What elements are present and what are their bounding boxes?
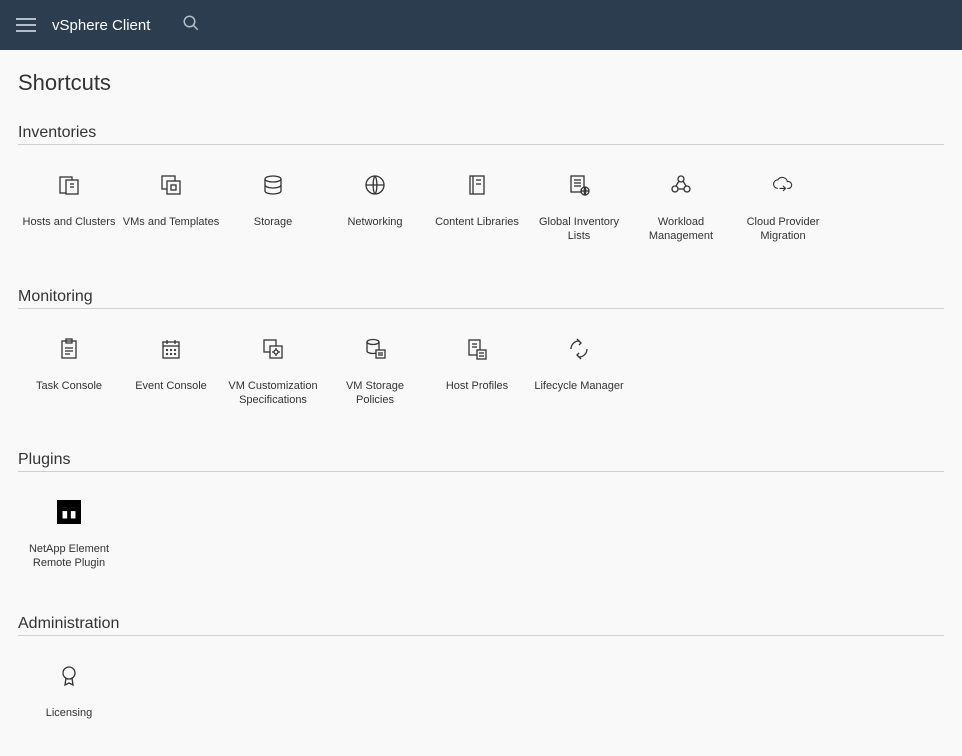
menu-icon[interactable] bbox=[16, 18, 36, 32]
shortcut-global-inventory[interactable]: Global Inventory Lists bbox=[528, 161, 630, 250]
shortcut-vm-customization[interactable]: VM Customization Specifications bbox=[222, 325, 324, 414]
cloud-migration-icon bbox=[771, 167, 795, 203]
shortcut-host-profiles[interactable]: Host Profiles bbox=[426, 325, 528, 414]
shortcut-label: Hosts and Clusters bbox=[23, 215, 116, 229]
section-title-inventories: Inventories bbox=[18, 124, 944, 142]
section-title-monitoring: Monitoring bbox=[18, 288, 944, 306]
shortcut-storage[interactable]: Storage bbox=[222, 161, 324, 250]
divider bbox=[18, 635, 944, 636]
shortcut-licensing[interactable]: Licensing bbox=[18, 652, 120, 726]
shortcut-label: Global Inventory Lists bbox=[530, 215, 628, 244]
inventories-grid: Hosts and Clusters VMs and Templates Sto… bbox=[18, 161, 944, 250]
shortcut-content-libraries[interactable]: Content Libraries bbox=[426, 161, 528, 250]
shortcut-label: VM Customization Specifications bbox=[224, 379, 322, 408]
shortcut-label: Workload Management bbox=[632, 215, 730, 244]
shortcut-label: VM Storage Policies bbox=[326, 379, 424, 408]
vms-templates-icon bbox=[159, 167, 183, 203]
shortcut-label: Licensing bbox=[46, 706, 92, 720]
shortcut-vms-templates[interactable]: VMs and Templates bbox=[120, 161, 222, 250]
networking-icon bbox=[363, 167, 387, 203]
content-area: Shortcuts Inventories Hosts and Clusters… bbox=[0, 50, 962, 756]
plugins-grid: NetApp Element Remote Plugin bbox=[18, 488, 944, 577]
section-title-administration: Administration bbox=[18, 615, 944, 633]
shortcut-label: Cloud Provider Migration bbox=[734, 215, 832, 244]
lifecycle-manager-icon bbox=[567, 331, 591, 367]
app-title: vSphere Client bbox=[52, 17, 150, 34]
search-icon[interactable] bbox=[182, 14, 200, 37]
shortcut-label: Lifecycle Manager bbox=[534, 379, 623, 393]
divider bbox=[18, 308, 944, 309]
shortcut-label: Event Console bbox=[135, 379, 207, 393]
shortcut-label: VMs and Templates bbox=[123, 215, 219, 229]
host-profiles-icon bbox=[465, 331, 489, 367]
global-inventory-icon bbox=[567, 167, 591, 203]
content-libraries-icon bbox=[465, 167, 489, 203]
app-header: vSphere Client bbox=[0, 0, 962, 50]
shortcut-label: Content Libraries bbox=[435, 215, 519, 229]
shortcut-label: NetApp Element Remote Plugin bbox=[20, 542, 118, 571]
shortcut-workload-management[interactable]: Workload Management bbox=[630, 161, 732, 250]
section-title-plugins: Plugins bbox=[18, 451, 944, 469]
shortcut-label: Networking bbox=[347, 215, 402, 229]
hosts-clusters-icon bbox=[57, 167, 81, 203]
divider bbox=[18, 471, 944, 472]
shortcut-netapp-plugin[interactable]: NetApp Element Remote Plugin bbox=[18, 488, 120, 577]
page-title: Shortcuts bbox=[18, 70, 944, 96]
storage-icon bbox=[261, 167, 285, 203]
shortcut-label: Host Profiles bbox=[446, 379, 508, 393]
vm-customization-icon bbox=[261, 331, 285, 367]
task-console-icon bbox=[57, 331, 81, 367]
vm-storage-policies-icon bbox=[363, 331, 387, 367]
shortcut-label: Storage bbox=[254, 215, 293, 229]
shortcut-lifecycle-manager[interactable]: Lifecycle Manager bbox=[528, 325, 630, 414]
shortcut-label: Task Console bbox=[36, 379, 102, 393]
administration-grid: Licensing bbox=[18, 652, 944, 726]
licensing-icon bbox=[57, 658, 81, 694]
netapp-icon bbox=[57, 494, 81, 530]
event-console-icon bbox=[159, 331, 183, 367]
divider bbox=[18, 144, 944, 145]
shortcut-vm-storage-policies[interactable]: VM Storage Policies bbox=[324, 325, 426, 414]
shortcut-networking[interactable]: Networking bbox=[324, 161, 426, 250]
shortcut-hosts-clusters[interactable]: Hosts and Clusters bbox=[18, 161, 120, 250]
monitoring-grid: Task Console Event Console VM Customizat… bbox=[18, 325, 944, 414]
workload-management-icon bbox=[669, 167, 693, 203]
shortcut-task-console[interactable]: Task Console bbox=[18, 325, 120, 414]
shortcut-event-console[interactable]: Event Console bbox=[120, 325, 222, 414]
shortcut-cloud-migration[interactable]: Cloud Provider Migration bbox=[732, 161, 834, 250]
